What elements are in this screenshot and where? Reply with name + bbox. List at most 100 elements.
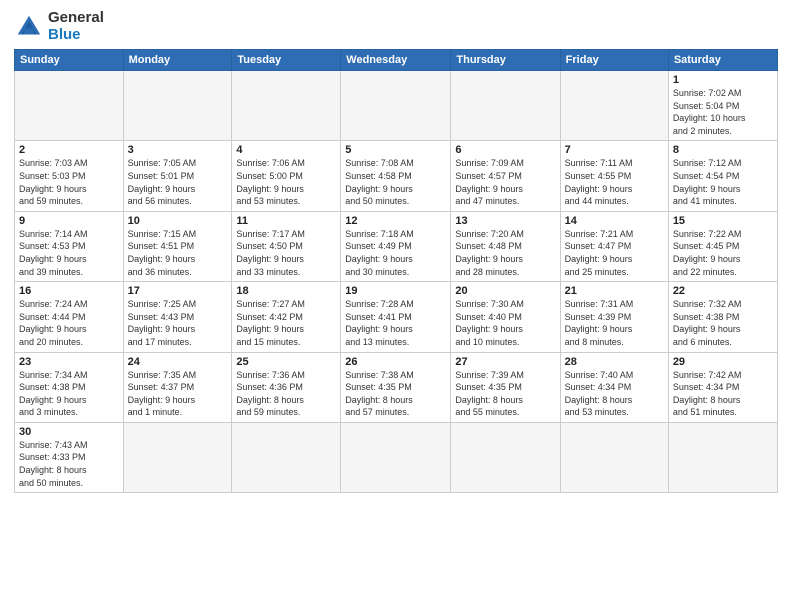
- logo-icon: [14, 12, 44, 42]
- calendar-week-row: 16Sunrise: 7:24 AM Sunset: 4:44 PM Dayli…: [15, 282, 778, 352]
- day-number: 28: [565, 356, 664, 368]
- calendar-cell: 26Sunrise: 7:38 AM Sunset: 4:35 PM Dayli…: [341, 352, 451, 422]
- day-info: Sunrise: 7:38 AM Sunset: 4:35 PM Dayligh…: [345, 369, 446, 419]
- day-number: 1: [673, 74, 773, 86]
- day-info: Sunrise: 7:17 AM Sunset: 4:50 PM Dayligh…: [236, 228, 336, 278]
- day-info: Sunrise: 7:22 AM Sunset: 4:45 PM Dayligh…: [673, 228, 773, 278]
- day-number: 17: [128, 285, 228, 297]
- calendar-table: SundayMondayTuesdayWednesdayThursdayFrid…: [14, 49, 778, 493]
- calendar-cell: 15Sunrise: 7:22 AM Sunset: 4:45 PM Dayli…: [668, 211, 777, 281]
- day-info: Sunrise: 7:40 AM Sunset: 4:34 PM Dayligh…: [565, 369, 664, 419]
- day-number: 25: [236, 356, 336, 368]
- day-info: Sunrise: 7:02 AM Sunset: 5:04 PM Dayligh…: [673, 87, 773, 137]
- day-info: Sunrise: 7:27 AM Sunset: 4:42 PM Dayligh…: [236, 298, 336, 348]
- calendar-cell: [341, 422, 451, 492]
- day-number: 15: [673, 215, 773, 227]
- calendar-cell: 22Sunrise: 7:32 AM Sunset: 4:38 PM Dayli…: [668, 282, 777, 352]
- logo: General Blue: [14, 10, 104, 43]
- day-number: 23: [19, 356, 119, 368]
- day-info: Sunrise: 7:35 AM Sunset: 4:37 PM Dayligh…: [128, 369, 228, 419]
- day-info: Sunrise: 7:42 AM Sunset: 4:34 PM Dayligh…: [673, 369, 773, 419]
- calendar-cell: 3Sunrise: 7:05 AM Sunset: 5:01 PM Daylig…: [123, 141, 232, 211]
- calendar-week-row: 2Sunrise: 7:03 AM Sunset: 5:03 PM Daylig…: [15, 141, 778, 211]
- calendar-cell: 29Sunrise: 7:42 AM Sunset: 4:34 PM Dayli…: [668, 352, 777, 422]
- day-number: 7: [565, 144, 664, 156]
- day-number: 14: [565, 215, 664, 227]
- calendar-cell: 6Sunrise: 7:09 AM Sunset: 4:57 PM Daylig…: [451, 141, 560, 211]
- day-number: 19: [345, 285, 446, 297]
- day-number: 4: [236, 144, 336, 156]
- day-number: 16: [19, 285, 119, 297]
- calendar-cell: [15, 71, 124, 141]
- calendar-cell: 8Sunrise: 7:12 AM Sunset: 4:54 PM Daylig…: [668, 141, 777, 211]
- calendar-cell: 4Sunrise: 7:06 AM Sunset: 5:00 PM Daylig…: [232, 141, 341, 211]
- calendar-cell: 18Sunrise: 7:27 AM Sunset: 4:42 PM Dayli…: [232, 282, 341, 352]
- col-header-sunday: Sunday: [15, 50, 124, 71]
- day-info: Sunrise: 7:03 AM Sunset: 5:03 PM Dayligh…: [19, 157, 119, 207]
- day-number: 29: [673, 356, 773, 368]
- calendar-cell: 19Sunrise: 7:28 AM Sunset: 4:41 PM Dayli…: [341, 282, 451, 352]
- calendar-header-row: SundayMondayTuesdayWednesdayThursdayFrid…: [15, 50, 778, 71]
- calendar-cell: 10Sunrise: 7:15 AM Sunset: 4:51 PM Dayli…: [123, 211, 232, 281]
- calendar-cell: 20Sunrise: 7:30 AM Sunset: 4:40 PM Dayli…: [451, 282, 560, 352]
- day-info: Sunrise: 7:43 AM Sunset: 4:33 PM Dayligh…: [19, 439, 119, 489]
- day-info: Sunrise: 7:25 AM Sunset: 4:43 PM Dayligh…: [128, 298, 228, 348]
- calendar-cell: 7Sunrise: 7:11 AM Sunset: 4:55 PM Daylig…: [560, 141, 668, 211]
- day-info: Sunrise: 7:06 AM Sunset: 5:00 PM Dayligh…: [236, 157, 336, 207]
- col-header-wednesday: Wednesday: [341, 50, 451, 71]
- day-number: 30: [19, 426, 119, 438]
- day-number: 6: [455, 144, 555, 156]
- calendar-cell: [123, 71, 232, 141]
- day-number: 24: [128, 356, 228, 368]
- page: General Blue SundayMondayTuesdayWednesda…: [0, 0, 792, 612]
- day-info: Sunrise: 7:14 AM Sunset: 4:53 PM Dayligh…: [19, 228, 119, 278]
- calendar-week-row: 23Sunrise: 7:34 AM Sunset: 4:38 PM Dayli…: [15, 352, 778, 422]
- day-info: Sunrise: 7:20 AM Sunset: 4:48 PM Dayligh…: [455, 228, 555, 278]
- calendar-cell: [232, 71, 341, 141]
- calendar-cell: 1Sunrise: 7:02 AM Sunset: 5:04 PM Daylig…: [668, 71, 777, 141]
- header: General Blue: [14, 10, 778, 43]
- calendar-cell: 16Sunrise: 7:24 AM Sunset: 4:44 PM Dayli…: [15, 282, 124, 352]
- day-number: 27: [455, 356, 555, 368]
- calendar-cell: [341, 71, 451, 141]
- day-number: 13: [455, 215, 555, 227]
- day-info: Sunrise: 7:08 AM Sunset: 4:58 PM Dayligh…: [345, 157, 446, 207]
- calendar-cell: [451, 422, 560, 492]
- day-info: Sunrise: 7:15 AM Sunset: 4:51 PM Dayligh…: [128, 228, 228, 278]
- day-number: 5: [345, 144, 446, 156]
- day-info: Sunrise: 7:36 AM Sunset: 4:36 PM Dayligh…: [236, 369, 336, 419]
- day-info: Sunrise: 7:32 AM Sunset: 4:38 PM Dayligh…: [673, 298, 773, 348]
- calendar-cell: 2Sunrise: 7:03 AM Sunset: 5:03 PM Daylig…: [15, 141, 124, 211]
- col-header-monday: Monday: [123, 50, 232, 71]
- calendar-cell: [560, 71, 668, 141]
- day-number: 3: [128, 144, 228, 156]
- day-number: 11: [236, 215, 336, 227]
- day-info: Sunrise: 7:39 AM Sunset: 4:35 PM Dayligh…: [455, 369, 555, 419]
- calendar-cell: 21Sunrise: 7:31 AM Sunset: 4:39 PM Dayli…: [560, 282, 668, 352]
- calendar-cell: 30Sunrise: 7:43 AM Sunset: 4:33 PM Dayli…: [15, 422, 124, 492]
- calendar-cell: 12Sunrise: 7:18 AM Sunset: 4:49 PM Dayli…: [341, 211, 451, 281]
- calendar-cell: [668, 422, 777, 492]
- calendar-cell: 5Sunrise: 7:08 AM Sunset: 4:58 PM Daylig…: [341, 141, 451, 211]
- calendar-cell: 11Sunrise: 7:17 AM Sunset: 4:50 PM Dayli…: [232, 211, 341, 281]
- day-number: 12: [345, 215, 446, 227]
- calendar-cell: 9Sunrise: 7:14 AM Sunset: 4:53 PM Daylig…: [15, 211, 124, 281]
- calendar-cell: 28Sunrise: 7:40 AM Sunset: 4:34 PM Dayli…: [560, 352, 668, 422]
- col-header-thursday: Thursday: [451, 50, 560, 71]
- calendar-cell: [232, 422, 341, 492]
- col-header-saturday: Saturday: [668, 50, 777, 71]
- calendar-cell: 25Sunrise: 7:36 AM Sunset: 4:36 PM Dayli…: [232, 352, 341, 422]
- calendar-cell: 27Sunrise: 7:39 AM Sunset: 4:35 PM Dayli…: [451, 352, 560, 422]
- day-info: Sunrise: 7:24 AM Sunset: 4:44 PM Dayligh…: [19, 298, 119, 348]
- day-number: 20: [455, 285, 555, 297]
- calendar-cell: 24Sunrise: 7:35 AM Sunset: 4:37 PM Dayli…: [123, 352, 232, 422]
- day-info: Sunrise: 7:31 AM Sunset: 4:39 PM Dayligh…: [565, 298, 664, 348]
- calendar-week-row: 1Sunrise: 7:02 AM Sunset: 5:04 PM Daylig…: [15, 71, 778, 141]
- day-number: 18: [236, 285, 336, 297]
- day-number: 8: [673, 144, 773, 156]
- calendar-week-row: 30Sunrise: 7:43 AM Sunset: 4:33 PM Dayli…: [15, 422, 778, 492]
- day-info: Sunrise: 7:34 AM Sunset: 4:38 PM Dayligh…: [19, 369, 119, 419]
- day-info: Sunrise: 7:11 AM Sunset: 4:55 PM Dayligh…: [565, 157, 664, 207]
- calendar-cell: 23Sunrise: 7:34 AM Sunset: 4:38 PM Dayli…: [15, 352, 124, 422]
- day-info: Sunrise: 7:05 AM Sunset: 5:01 PM Dayligh…: [128, 157, 228, 207]
